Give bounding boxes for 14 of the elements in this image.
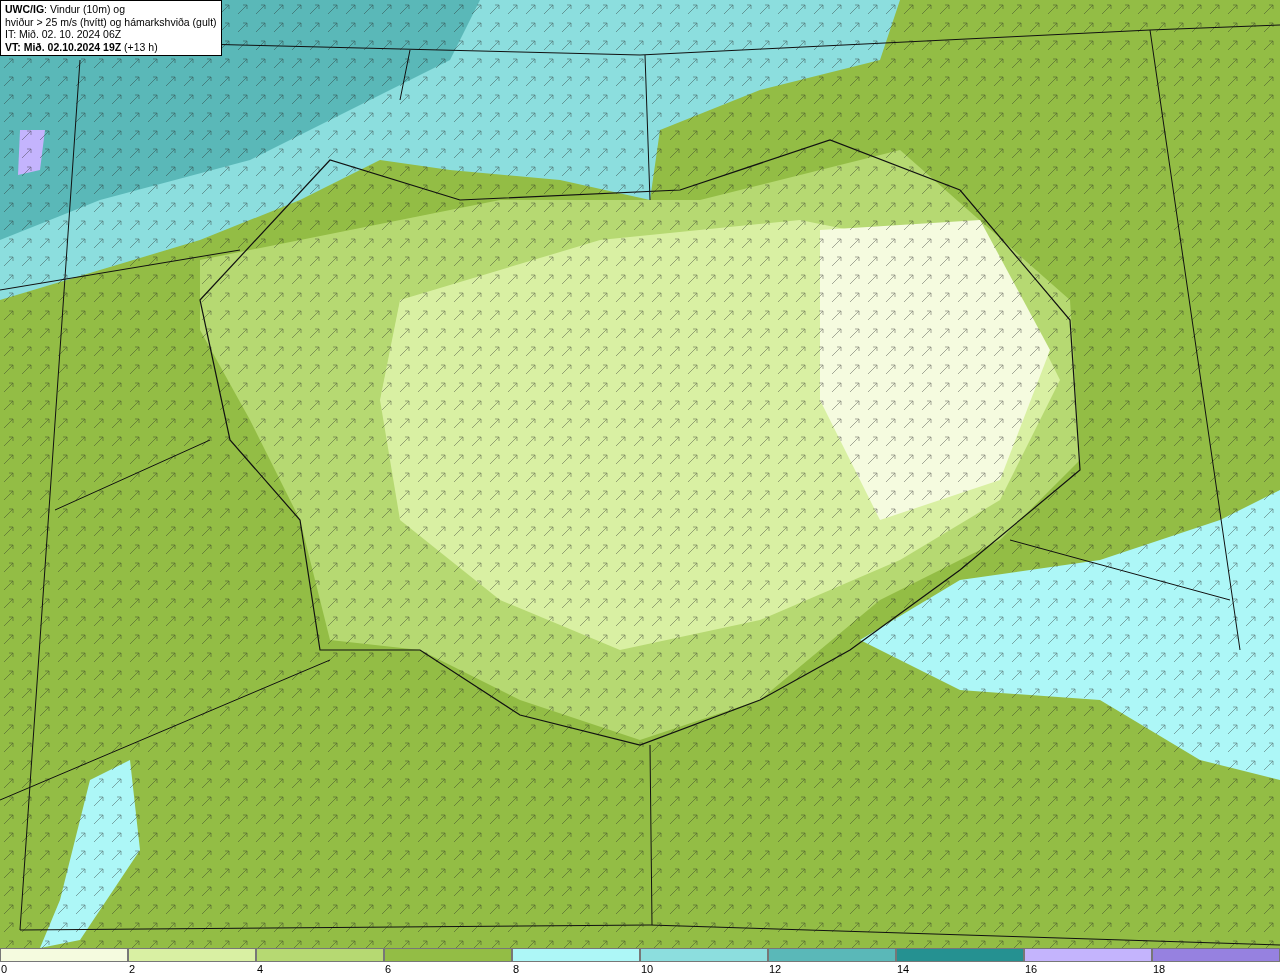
title-line: hviður > 25 m/s (hvítt) og hámarkshviða (gult) (5, 15, 217, 28)
title-line: IT: Mið. 02. 10. 2024 06Z (5, 28, 123, 41)
title-line: UWC/IG: Vindur (10m) og (5, 3, 126, 16)
legend-tick-label: 2 (128, 962, 136, 976)
legend-tick-label: 6 (384, 962, 392, 976)
legend-tick-label: 12 (768, 962, 782, 976)
title-line: VT: Mið. 02.10.2024 19Z (+13 h) (5, 40, 159, 53)
legend-tick-label: 8 (512, 962, 520, 976)
legend-tick-label: 10 (640, 962, 654, 976)
legend-tick-label: 4 (256, 962, 264, 976)
legend-tick-label: 14 (896, 962, 910, 976)
legend-tick-label: 16 (1024, 962, 1038, 976)
legend-tick-label: 18 (1152, 962, 1166, 976)
legend-tick-label: 0 (0, 962, 8, 976)
